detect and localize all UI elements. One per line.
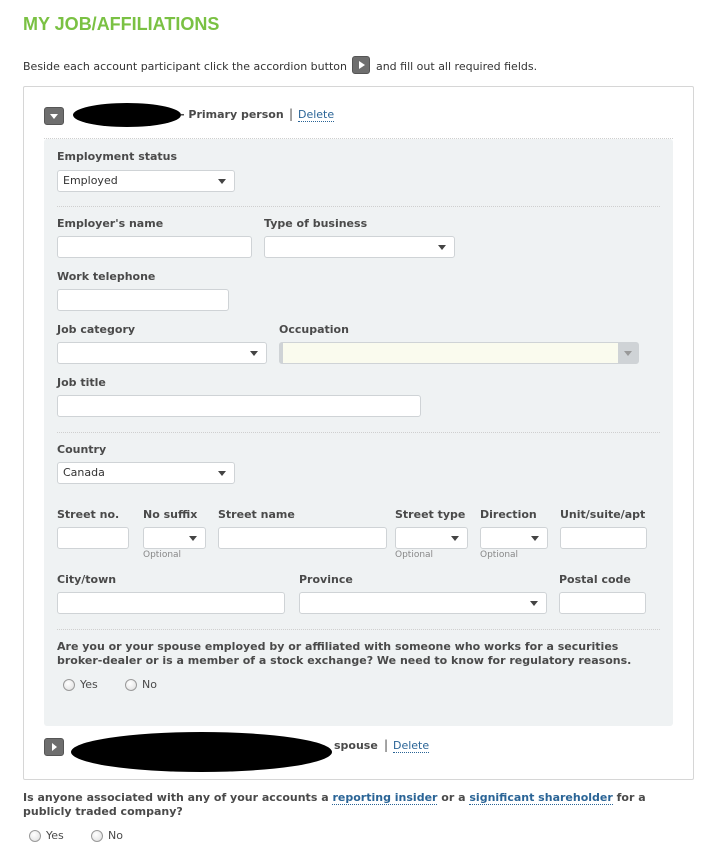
chevron-down-icon	[624, 351, 632, 356]
postal-code-label: Postal code	[559, 573, 631, 586]
affiliation-no-radio[interactable]	[125, 678, 137, 691]
chevron-down-icon	[451, 536, 459, 541]
employer-name-input[interactable]	[57, 236, 252, 258]
intro-text-before: Beside each account participant click th…	[23, 60, 347, 73]
divider	[57, 206, 660, 207]
direction-label: Direction	[480, 508, 537, 521]
work-telephone-input[interactable]	[57, 289, 229, 311]
employer-name-label: Employer's name	[57, 217, 164, 230]
chevron-down-icon	[531, 536, 539, 541]
postal-code-input[interactable]	[559, 592, 646, 614]
significant-shareholder-link[interactable]: significant shareholder	[469, 791, 613, 805]
insider-question-part2: or a	[441, 791, 466, 804]
employment-status-select[interactable]: Employed	[57, 170, 235, 192]
insider-no-label: No	[108, 829, 123, 842]
country-label: Country	[57, 443, 107, 456]
intro-text-after: and fill out all required fields.	[375, 60, 538, 73]
employment-status-value: Employed	[63, 174, 118, 187]
affiliation-yes-option[interactable]: Yes	[63, 678, 98, 691]
city-label: City/town	[57, 573, 117, 586]
occupation-select[interactable]	[279, 342, 639, 364]
reporting-insider-link[interactable]: reporting insider	[332, 791, 438, 805]
insider-no-radio[interactable]	[91, 829, 103, 842]
country-select[interactable]: Canada	[57, 462, 235, 484]
page-title: MY JOB/AFFILIATIONS	[23, 14, 220, 34]
country-value: Canada	[63, 466, 105, 479]
insider-question: Is anyone associated with any of your ac…	[23, 791, 663, 819]
insider-yes-option[interactable]: Yes	[29, 829, 64, 842]
direction-hint: Optional	[480, 550, 519, 560]
no-suffix-label: No suffix	[143, 508, 198, 521]
unit-input[interactable]	[560, 527, 647, 549]
employment-status-label: Employment status	[57, 150, 178, 163]
chevron-down-icon	[438, 245, 446, 250]
occupation-label: Occupation	[279, 323, 349, 336]
job-category-select[interactable]	[57, 342, 267, 364]
chevron-down-icon	[218, 471, 226, 476]
street-type-select[interactable]	[395, 527, 468, 549]
insider-question-part1: Is anyone associated with any of your ac…	[23, 791, 329, 804]
direction-select[interactable]	[480, 527, 548, 549]
street-type-label: Street type	[395, 508, 466, 521]
redacted-name-primary	[73, 103, 181, 127]
insider-yes-label: Yes	[46, 829, 64, 842]
street-no-label: Street no.	[57, 508, 120, 521]
expand-primary-button[interactable]	[44, 107, 64, 125]
intro-text: Beside each account participant click th…	[23, 56, 537, 74]
work-telephone-label: Work telephone	[57, 270, 156, 283]
province-label: Province	[299, 573, 353, 586]
divider	[57, 432, 660, 433]
insider-no-option[interactable]: No	[91, 829, 123, 842]
affiliation-no-option[interactable]: No	[125, 678, 157, 691]
affiliation-yes-label: Yes	[80, 678, 98, 691]
divider	[57, 629, 660, 630]
spouse-role-label: spouse	[334, 739, 378, 752]
chevron-down-icon	[218, 179, 226, 184]
street-no-input[interactable]	[57, 527, 129, 549]
no-suffix-select[interactable]	[143, 527, 206, 549]
chevron-down-icon	[250, 351, 258, 356]
expand-spouse-button[interactable]	[44, 738, 64, 756]
insider-yes-radio[interactable]	[29, 829, 41, 842]
chevron-down-icon	[530, 601, 538, 606]
province-select[interactable]	[299, 592, 547, 614]
job-title-input[interactable]	[57, 395, 421, 417]
header-separator: |	[384, 738, 389, 752]
job-category-label: Job category	[57, 323, 136, 336]
street-name-label: Street name	[218, 508, 295, 521]
accordion-example-icon	[352, 56, 371, 74]
delete-primary-link[interactable]: Delete	[298, 108, 335, 122]
street-type-hint: Optional	[395, 550, 434, 560]
redacted-name-spouse	[71, 732, 332, 772]
affiliation-yes-radio[interactable]	[63, 678, 75, 691]
primary-role-label: - Primary person	[180, 108, 284, 121]
unit-label: Unit/suite/apt	[560, 508, 646, 521]
street-name-input[interactable]	[218, 527, 387, 549]
header-separator: |	[289, 107, 294, 121]
affiliation-no-label: No	[142, 678, 157, 691]
type-of-business-label: Type of business	[264, 217, 368, 230]
chevron-down-icon	[189, 536, 197, 541]
job-title-label: Job title	[57, 376, 106, 389]
type-of-business-select[interactable]	[264, 236, 455, 258]
city-input[interactable]	[57, 592, 285, 614]
delete-spouse-link[interactable]: Delete	[393, 739, 430, 753]
affiliation-question: Are you or your spouse employed by or af…	[57, 640, 632, 667]
no-suffix-hint: Optional	[143, 550, 182, 560]
